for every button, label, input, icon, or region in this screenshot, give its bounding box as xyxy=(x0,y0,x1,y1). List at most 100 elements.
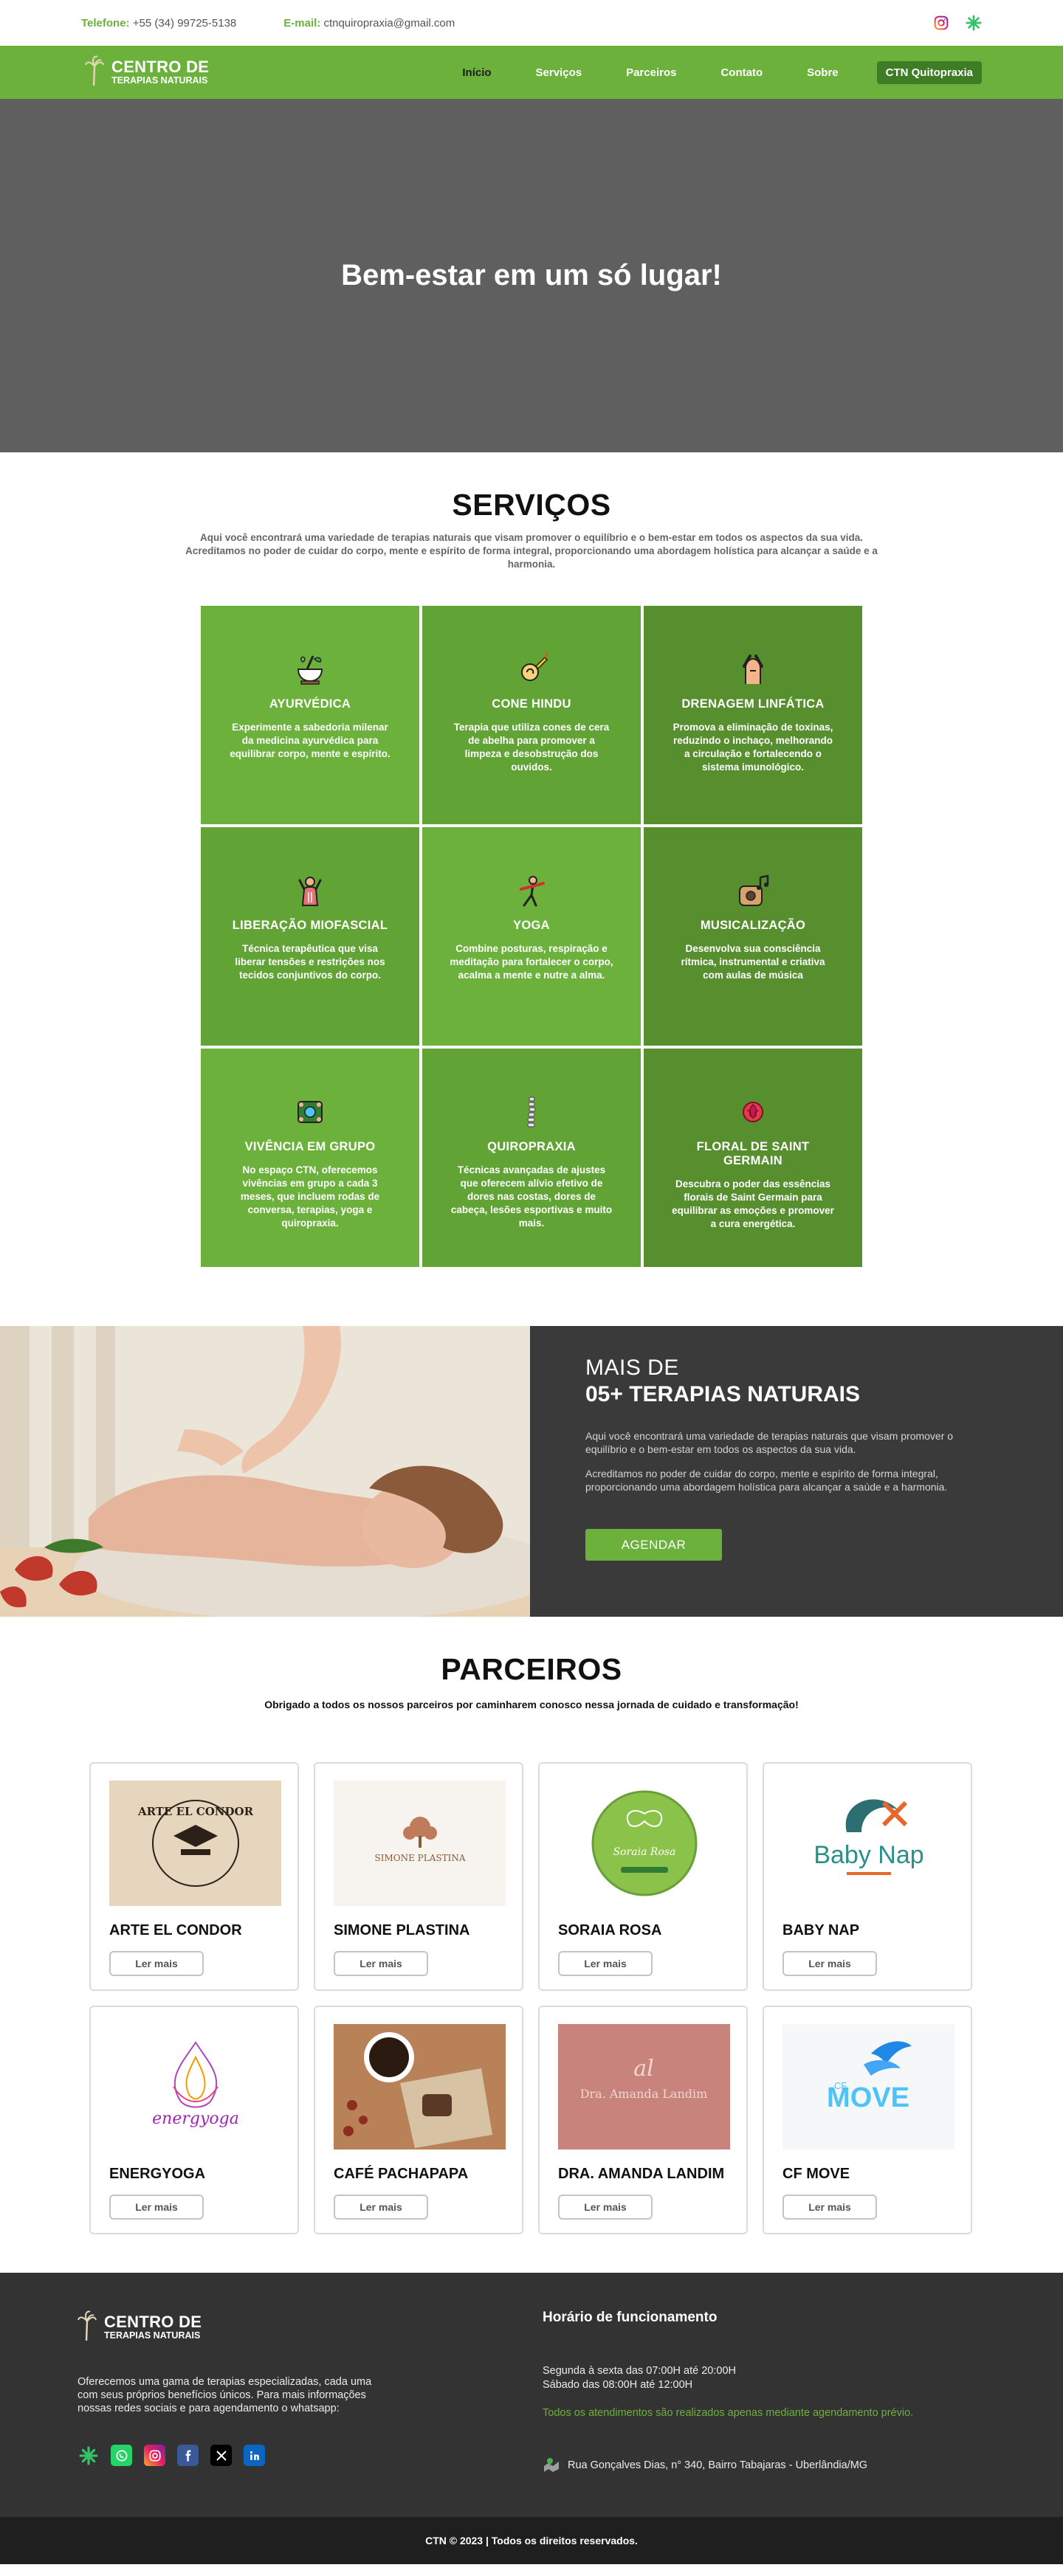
service-title: YOGA xyxy=(513,919,550,932)
partner-name: ENERGYOGA xyxy=(109,2166,206,2182)
service-text: No espaço CTN, oferecemos vivências em g… xyxy=(240,1164,380,1229)
read-more-button[interactable]: Ler mais xyxy=(109,1951,204,1976)
partner-name: SIMONE PLASTINA xyxy=(334,1922,470,1938)
brand-logo[interactable]: CENTRO DE TERAPIAS NATURAIS xyxy=(85,55,209,91)
phone-info: Telefone: +55 (34) 99725-5138 xyxy=(81,17,236,30)
partner-logo-energyoga: energyoga xyxy=(109,2024,281,2149)
asterisk-flower-icon[interactable] xyxy=(966,15,982,31)
music-notes-icon xyxy=(732,870,774,911)
partner-card: al Dra. Amanda Landim DRA. AMANDA LANDIM … xyxy=(538,2006,748,2234)
asterisk-flower-icon[interactable] xyxy=(78,2445,99,2466)
service-card-floral[interactable]: FLORAL DE SAINT GERMAIN Descubra o poder… xyxy=(644,1049,862,1267)
partner-name: CF MOVE xyxy=(782,2166,850,2182)
footer: CENTRO DE TERAPIAS NATURAIS Oferecemos u… xyxy=(0,2273,1063,2517)
read-more-button[interactable]: Ler mais xyxy=(109,2195,204,2220)
phone-label: Telefone: xyxy=(81,16,130,30)
service-card-miofascial[interactable]: LIBERAÇÃO MIOFASCIAL Técnica terapêutica… xyxy=(201,827,419,1046)
partner-name: BABY NAP xyxy=(782,1922,860,1938)
service-title: DRENAGEM LINFÁTICA xyxy=(681,697,825,711)
service-text: Técnica terapêutica que visa liberar ten… xyxy=(235,943,385,981)
phone-number[interactable]: +55 (34) 99725-5138 xyxy=(133,17,237,30)
schedule-button[interactable]: AGENDAR xyxy=(585,1529,722,1561)
banner-text: MAIS DE 05+ TERAPIAS NATURAIS Aqui você … xyxy=(530,1326,1063,1617)
service-card-yoga[interactable]: YOGA Combine posturas, respiração e medi… xyxy=(422,827,641,1046)
partner-card: SIMONE PLASTINA SIMONE PLASTINA Ler mais xyxy=(314,1762,523,1991)
instagram-icon[interactable] xyxy=(933,15,949,31)
partner-logo-simone-plastina: SIMONE PLASTINA xyxy=(334,1781,506,1906)
partner-name: CAFÉ PACHAPAPA xyxy=(334,2166,469,2182)
footer-hours: Horário de funcionamento Segunda à sexta… xyxy=(543,2310,985,2517)
banner-pre: MAIS DE xyxy=(585,1356,679,1380)
service-card-musicalizacao[interactable]: MUSICALIZAÇÃO Desenvolva sua consciência… xyxy=(644,827,862,1046)
partner-logo-text: SIMONE PLASTINA xyxy=(374,1853,465,1863)
massage-hands-icon xyxy=(732,649,774,690)
read-more-button[interactable]: Ler mais xyxy=(782,2195,877,2220)
partner-logo-text: ARTE EL CONDOR xyxy=(137,1805,253,1818)
hours-list: Segunda à sexta das 07:00H até 20:00H Sá… xyxy=(543,2364,985,2392)
partners-section: PARCEIROS Obrigado a todos os nossos par… xyxy=(0,1617,1063,2273)
service-card-ayurvedica[interactable]: AYURVÉDICA Experimente a sabedoria milen… xyxy=(201,606,419,824)
partner-card: Baby Nap BABY NAP Ler mais xyxy=(763,1762,972,1991)
copyright-text: CTN © 2023 | Todos os direitos reservado… xyxy=(425,2535,638,2546)
service-card-quiropraxia[interactable]: QUIROPRAXIA Técnicas avançadas de ajuste… xyxy=(422,1049,641,1267)
footer-description: Oferecemos uma gama de terapias especial… xyxy=(78,2376,372,2414)
partner-logo-soraia-rosa: Soraia Rosa xyxy=(558,1781,730,1906)
massage-photo xyxy=(0,1326,530,1617)
mortar-herbs-icon xyxy=(289,649,331,690)
partner-name: ARTE EL CONDOR xyxy=(109,1922,242,1938)
service-text: Terapia que utiliza cones de cera de abe… xyxy=(453,722,610,773)
whatsapp-icon[interactable] xyxy=(111,2445,132,2466)
service-title: VIVÊNCIA EM GRUPO xyxy=(244,1140,376,1153)
service-card-drenagem[interactable]: DRENAGEM LINFÁTICA Promova a eliminação … xyxy=(644,606,862,824)
partner-logo-arte-el-condor: ARTE EL CONDOR xyxy=(109,1781,281,1906)
service-title: AYURVÉDICA xyxy=(269,697,351,711)
read-more-button[interactable]: Ler mais xyxy=(782,1951,877,1976)
service-text: Desenvolva sua consciência rítmica, inst… xyxy=(681,943,825,981)
footer-logo[interactable]: CENTRO DE TERAPIAS NATURAIS xyxy=(78,2310,543,2346)
copyright-bar: CTN © 2023 | Todos os direitos reservado… xyxy=(0,2517,1063,2564)
partner-logo-cafe-pachapapa xyxy=(334,2024,506,2149)
services-title: SERVIÇOS xyxy=(452,488,611,522)
hours-saturday: Sábado das 08:00H até 12:00H xyxy=(543,2379,693,2391)
nav-link-sobre[interactable]: Sobre xyxy=(807,66,839,79)
nav-link-servicos[interactable]: Serviços xyxy=(536,66,582,79)
read-more-button[interactable]: Ler mais xyxy=(558,2195,653,2220)
service-card-vivencia[interactable]: VIVÊNCIA EM GRUPO No espaço CTN, oferece… xyxy=(201,1049,419,1267)
svg-text:al: al xyxy=(633,2056,653,2082)
rose-flower-icon xyxy=(732,1091,774,1133)
brand-line1: CENTRO DE xyxy=(111,57,210,76)
partners-grid: ARTE EL CONDOR ARTE EL CONDOR Ler mais S… xyxy=(89,1762,974,2234)
read-more-button[interactable]: Ler mais xyxy=(334,1951,428,1976)
partner-logo-text: Soraia Rosa xyxy=(613,1846,675,1858)
main-navbar: CENTRO DE TERAPIAS NATURAIS Início Servi… xyxy=(0,46,1063,99)
email-address[interactable]: ctnquiropraxia@gmail.com xyxy=(323,17,455,30)
services-grid: AYURVÉDICA Experimente a sabedoria milen… xyxy=(201,606,862,1267)
partner-logo-text: Baby Nap xyxy=(813,1841,923,1869)
nav-link-inicio[interactable]: Início xyxy=(462,66,491,79)
nav-link-parceiros[interactable]: Parceiros xyxy=(626,66,676,79)
partner-logo-amanda-landim: al Dra. Amanda Landim xyxy=(558,2024,730,2149)
read-more-button[interactable]: Ler mais xyxy=(334,2195,428,2220)
nav-cta-button[interactable]: CTN Quitopraxia xyxy=(876,61,982,84)
linkedin-icon[interactable] xyxy=(244,2445,265,2466)
nav-menu: Início Serviços Parceiros Contato Sobre … xyxy=(418,61,982,84)
footer-socials xyxy=(78,2445,543,2466)
hero-section: Bem-estar em um só lugar! xyxy=(0,99,1063,452)
palm-tree-icon xyxy=(78,2310,97,2346)
service-text: Experimente a sabedoria milenar da medic… xyxy=(230,722,391,759)
partners-subtitle: Obrigado a todos os nossos parceiros por… xyxy=(264,1699,799,1710)
brand-line2: TERAPIAS NATURAIS xyxy=(104,2330,201,2341)
x-icon[interactable] xyxy=(210,2445,232,2466)
spine-icon xyxy=(511,1091,552,1133)
partner-card: CF MOVE CF MOVE Ler mais xyxy=(763,2006,972,2234)
ear-cone-icon xyxy=(511,649,552,690)
top-socials xyxy=(933,15,982,31)
facebook-icon[interactable] xyxy=(177,2445,199,2466)
nav-link-contato[interactable]: Contato xyxy=(720,66,763,79)
instagram-icon[interactable] xyxy=(144,2445,165,2466)
read-more-button[interactable]: Ler mais xyxy=(558,1951,653,1976)
address[interactable]: Rua Gonçalves Dias, n° 340, Bairro Tabaj… xyxy=(543,2456,985,2475)
service-card-cone-hindu[interactable]: CONE HINDU Terapia que utiliza cones de … xyxy=(422,606,641,824)
partner-logo-text: MOVE xyxy=(827,2082,909,2113)
palm-tree-icon xyxy=(85,55,104,91)
